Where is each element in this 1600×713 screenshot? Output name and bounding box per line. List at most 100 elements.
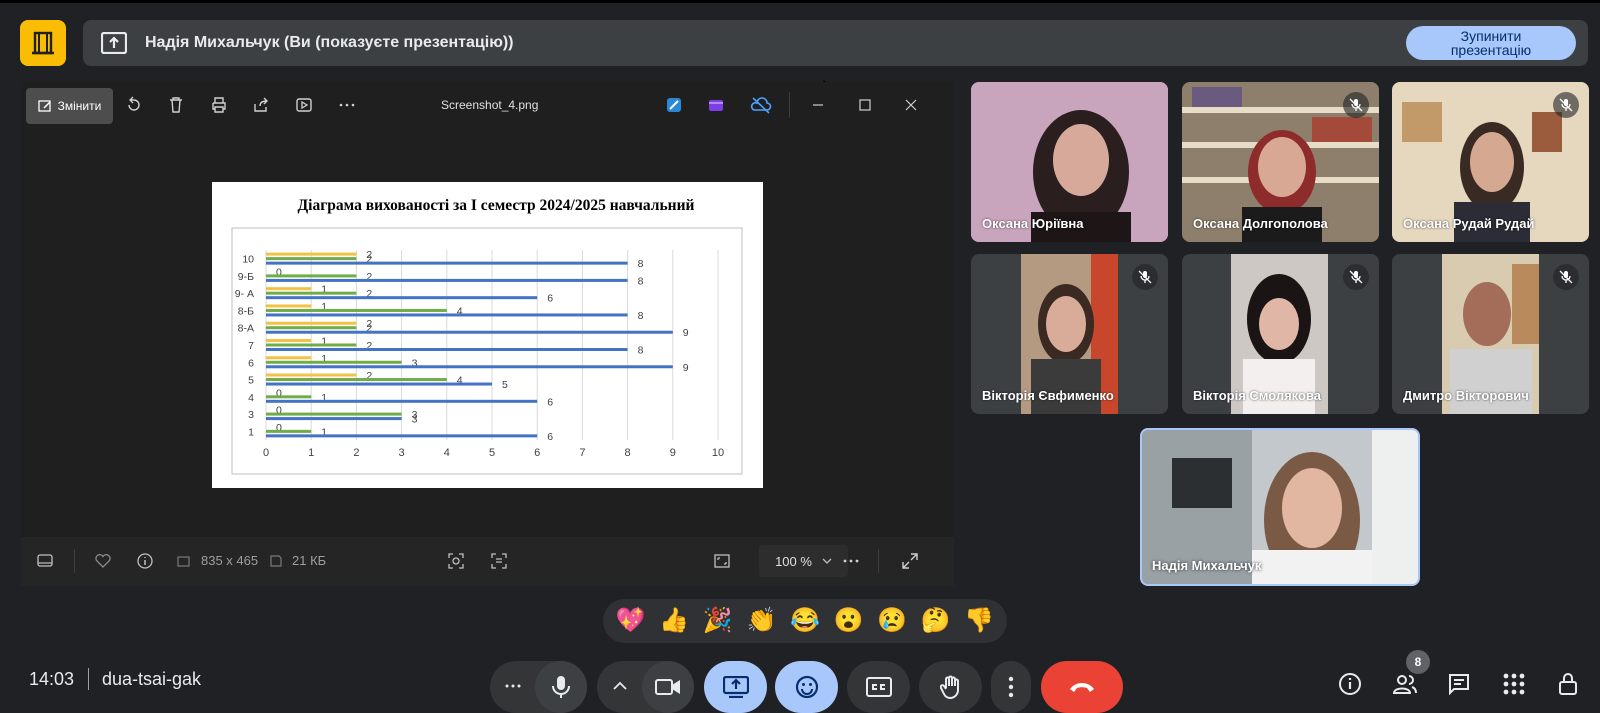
bar <box>266 274 357 278</box>
reaction-clap[interactable]: 👏 <box>741 609 781 633</box>
data-label: 6 <box>547 396 553 408</box>
category-label: 9- А <box>235 288 254 300</box>
share-icon[interactable] <box>252 96 270 114</box>
clipchamp-icon[interactable] <box>707 96 725 114</box>
participant-tile[interactable]: Дмитро Вікторович <box>1392 254 1589 414</box>
minimize-icon[interactable] <box>808 95 828 115</box>
visual-search-icon[interactable] <box>447 552 465 570</box>
zoom-value: 100 % <box>775 553 812 569</box>
camera-button[interactable] <box>642 661 694 713</box>
participant-tile[interactable]: Оксана Долгополова <box>1182 82 1379 242</box>
x-tick-label: 2 <box>353 447 359 459</box>
filmstrip-icon[interactable] <box>36 553 54 569</box>
mic-options-icon[interactable] <box>504 682 522 690</box>
rotate-icon[interactable] <box>125 96 143 114</box>
toolbar-divider <box>789 92 790 118</box>
bar <box>266 339 312 342</box>
leave-call-button[interactable] <box>1041 661 1123 713</box>
chart-layer: 0 1 2 3 4 5 6 7 8 9 1010 22 89-Б 0 2 89- А 1 2 68-Б 1 4 88-А 2… <box>235 249 724 459</box>
reaction-party[interactable]: 🎉 <box>698 609 738 633</box>
x-tick-label: 8 <box>625 447 631 459</box>
displayed-image: Діаграма вихованості за І семестр 2024/2… <box>212 182 763 488</box>
reaction-heart[interactable]: 💖 <box>611 609 651 633</box>
bar <box>266 356 312 360</box>
self-name: Надія Михальчук <box>1152 558 1262 573</box>
participant-name: Дмитро Вікторович <box>1403 388 1529 403</box>
raise-hand-button[interactable] <box>919 661 982 713</box>
present-button[interactable] <box>704 661 767 713</box>
microphone-button[interactable] <box>535 661 587 713</box>
print-icon[interactable] <box>210 96 228 114</box>
activities-icon[interactable] <box>1502 672 1526 696</box>
chevron-up-icon[interactable] <box>613 681 627 691</box>
close-icon[interactable] <box>901 95 921 115</box>
people-icon[interactable] <box>1393 672 1417 696</box>
x-tick-label: 7 <box>579 447 585 459</box>
participant-tile[interactable]: Оксана Рудай Рудай <box>1392 82 1589 242</box>
edit-button[interactable]: Змінити <box>26 88 113 124</box>
host-controls-icon[interactable] <box>1556 672 1580 696</box>
delete-icon[interactable] <box>167 96 185 114</box>
presenting-banner: Надія Михальчук (Ви (показуєте презентац… <box>83 20 1588 66</box>
meeting-info-icon[interactable] <box>1338 672 1362 696</box>
presenting-title: Надія Михальчук (Ви (показуєте презентац… <box>145 34 514 51</box>
reaction-thumbs-down[interactable]: 👎 <box>959 609 999 633</box>
fit-to-window-icon[interactable] <box>713 552 731 570</box>
meeting-code: dua-tsai-gak <box>102 669 202 689</box>
bar <box>266 343 357 347</box>
present-screen-icon <box>101 32 127 54</box>
participant-tile[interactable]: Вікторія Смолякова <box>1182 254 1379 414</box>
info-icon[interactable] <box>136 552 154 570</box>
reaction-sad[interactable]: 😢 <box>872 609 912 633</box>
image-dimensions: 835 x 465 <box>201 553 259 568</box>
participant-tile[interactable]: Вікторія Євфименко <box>971 254 1168 414</box>
zoom-select[interactable]: 100 % <box>759 545 848 577</box>
bar <box>266 252 357 256</box>
more-options-icon[interactable] <box>842 555 860 567</box>
bar <box>266 399 538 403</box>
bar <box>266 296 538 300</box>
participant-tile[interactable]: Оксана Юріївна <box>971 82 1168 242</box>
more-options-button[interactable] <box>991 661 1031 713</box>
reactions-button[interactable] <box>775 661 838 713</box>
reaction-thumbs-up[interactable]: 👍 <box>654 609 694 633</box>
participant-name: Оксана Юріївна <box>982 216 1084 231</box>
reaction-thinking[interactable]: 🤔 <box>916 609 956 633</box>
bar <box>266 257 357 261</box>
meeting-time: 14:03 <box>29 669 75 689</box>
self-view-tile[interactable]: Надія Михальчук <box>1140 428 1420 586</box>
data-label: 3 <box>412 414 418 426</box>
camera-icon <box>655 679 680 695</box>
x-tick-label: 10 <box>712 447 724 459</box>
favorite-icon[interactable] <box>94 553 112 569</box>
bar <box>266 348 628 351</box>
slideshow-icon[interactable] <box>295 96 313 114</box>
mic-off-indicator <box>1553 92 1579 118</box>
bar <box>266 378 447 382</box>
mic-off-icon <box>1349 270 1363 284</box>
reaction-surprised[interactable]: 😮 <box>829 609 869 633</box>
bar <box>266 291 357 295</box>
chat-icon[interactable] <box>1447 672 1471 696</box>
captions-button[interactable] <box>847 661 910 713</box>
mic-off-icon <box>1349 98 1363 112</box>
participants-count-badge: 8 <box>1406 650 1430 674</box>
maximize-icon[interactable] <box>855 95 875 115</box>
x-tick-label: 6 <box>534 447 540 459</box>
more-vertical-icon <box>1008 676 1014 698</box>
stop-presenting-button[interactable]: Зупинити презентацію <box>1406 26 1576 60</box>
participant-name: Оксана Рудай Рудай <box>1403 216 1535 231</box>
text-scan-icon[interactable] <box>490 552 508 570</box>
chevron-down-icon <box>822 558 832 564</box>
meet-logo-button[interactable] <box>20 20 66 66</box>
fullscreen-icon[interactable] <box>901 552 919 570</box>
onedrive-off-icon[interactable] <box>750 96 772 114</box>
reaction-laugh[interactable]: 😂 <box>785 609 825 633</box>
bar <box>266 304 312 308</box>
more-options-icon[interactable] <box>338 96 356 114</box>
designer-icon[interactable] <box>665 96 683 114</box>
present-screen-icon <box>722 676 749 698</box>
camera-control-group <box>597 661 694 713</box>
bar <box>266 382 492 386</box>
edit-label: Змінити <box>57 99 102 113</box>
